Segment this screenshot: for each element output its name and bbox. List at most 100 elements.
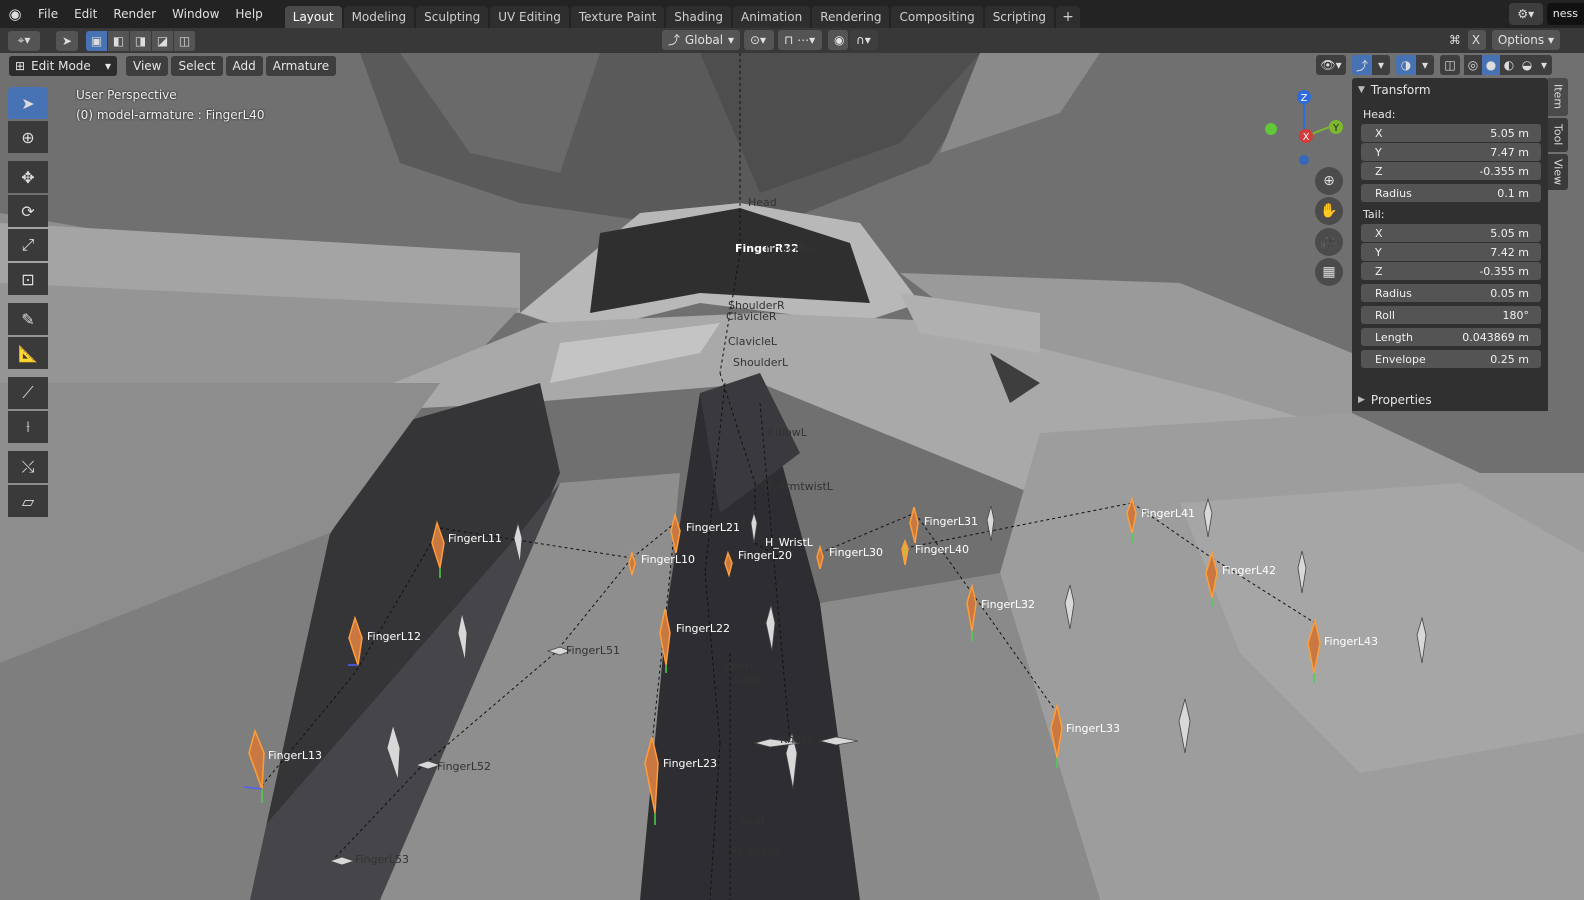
menu-window[interactable]: Window xyxy=(164,0,227,28)
tab-sculpting[interactable]: Sculpting xyxy=(416,6,489,28)
head-y-field[interactable]: Y 7.47 m xyxy=(1361,143,1541,161)
options-dropdown[interactable]: Options ▾ xyxy=(1491,30,1560,50)
select-invert-icon[interactable]: ◪ xyxy=(152,30,174,51)
bone-label-waist: Waist xyxy=(724,660,755,673)
head-x-field[interactable]: X 5.05 m xyxy=(1361,124,1541,142)
head-radius-field[interactable]: Radius 0.1 m xyxy=(1361,184,1541,202)
annotate-tool-icon[interactable]: ✎ xyxy=(8,303,48,335)
select-intersect-icon[interactable]: ◫ xyxy=(174,30,196,51)
visibility-eye-icon[interactable]: 👁▾ xyxy=(1316,55,1346,75)
menu-file[interactable]: File xyxy=(30,0,66,28)
bone-label-elbowl: ElbowL xyxy=(768,426,808,439)
tail-y-field[interactable]: Y 7.42 m xyxy=(1361,243,1541,261)
tail-radius-field[interactable]: Radius 0.05 m xyxy=(1361,284,1541,302)
tab-view[interactable]: View xyxy=(1548,154,1568,190)
zoom-icon[interactable]: ⊕ xyxy=(1315,167,1343,195)
tab-item[interactable]: Item xyxy=(1548,78,1568,116)
transform-panel-header[interactable]: ▼ Transform xyxy=(1352,78,1548,102)
select-menu-button[interactable]: Select xyxy=(171,55,223,76)
length-field[interactable]: Length 0.043869 m xyxy=(1361,328,1541,346)
roll-field[interactable]: Roll 180° xyxy=(1361,306,1541,324)
tab-rendering[interactable]: Rendering xyxy=(812,6,890,28)
bone-label-kneel: KneeL xyxy=(780,733,815,746)
shear-tool-icon[interactable]: ▱ xyxy=(8,485,48,517)
gizmo-z-label: Z xyxy=(1301,93,1308,104)
armature-menu-button[interactable]: Armature xyxy=(265,55,337,76)
tab-modeling[interactable]: Modeling xyxy=(343,6,415,28)
add-menu-button[interactable]: Add xyxy=(225,55,263,76)
roll-tool-icon[interactable]: ⟋ xyxy=(8,377,48,409)
select-new-icon[interactable]: ▣ xyxy=(86,30,108,51)
view-menu-button[interactable]: View xyxy=(126,55,169,76)
rotate-tool-icon[interactable]: ⟳ xyxy=(8,195,48,227)
bone-label-fingerl21: FingerL21 xyxy=(686,521,740,534)
measure-tool-icon[interactable]: 📐 xyxy=(8,337,48,369)
extrude-tool-icon[interactable]: ⤯ xyxy=(8,451,48,483)
properties-panel-header[interactable]: ▶ Properties xyxy=(1352,389,1548,411)
xray-icon[interactable]: ◫ xyxy=(1440,55,1460,75)
pivot-point-icon[interactable]: ⊙▾ xyxy=(744,30,774,50)
tail-z-field[interactable]: Z -0.355 m xyxy=(1361,262,1541,280)
head-z-field[interactable]: Z -0.355 m xyxy=(1361,162,1541,180)
blender-logo-icon[interactable]: ◉ xyxy=(0,0,30,28)
3d-viewport[interactable]: FingerL11 FingerL12 FingerL13 FingerL10 … xyxy=(0,53,1584,900)
bone-label-fingerl32: FingerL32 xyxy=(981,598,1035,611)
bone-label-fingerl33: FingerL33 xyxy=(1066,722,1120,735)
transform-tool-icon[interactable]: ⊡ xyxy=(8,263,48,295)
tab-uv-editing[interactable]: UV Editing xyxy=(490,6,569,28)
envelope-field[interactable]: Envelope 0.25 m xyxy=(1361,350,1541,368)
tab-animation[interactable]: Animation xyxy=(733,6,811,28)
active-tool-icon[interactable]: ➤ xyxy=(56,30,78,51)
transform-orientation-select[interactable]: ⤴ Global ▾ xyxy=(662,30,740,50)
camera-view-icon[interactable]: 🎥 xyxy=(1315,228,1343,256)
gizmo-x-label: X xyxy=(1303,132,1310,143)
move-tool-icon[interactable]: ✥ xyxy=(8,161,48,193)
rendered-shading-icon[interactable]: ◒ xyxy=(1518,55,1536,75)
tab-layout[interactable]: Layout xyxy=(284,6,342,28)
triangle-right-icon: ▶ xyxy=(1358,395,1365,405)
chevron-down-icon[interactable]: ▾ xyxy=(1372,55,1390,75)
ortho-grid-icon[interactable]: ▦ xyxy=(1315,258,1343,286)
snap-icon[interactable]: ⊓ ⋯▾ xyxy=(778,30,822,50)
overlay-toggle-icon[interactable]: ◑ xyxy=(1396,55,1416,75)
close-button[interactable]: X xyxy=(1467,30,1486,50)
proportional-edit-icon[interactable]: ◉ xyxy=(828,30,848,50)
menu-help[interactable]: Help xyxy=(227,0,270,28)
falloff-icon[interactable]: ∩▾ xyxy=(850,30,878,50)
xray-toggle-icon[interactable]: ⌘ xyxy=(1444,30,1466,50)
tab-compositing[interactable]: Compositing xyxy=(891,6,983,28)
navigation-gizmo[interactable]: Z Y X xyxy=(1262,83,1348,173)
editor-type-icon[interactable]: ⌖▾ xyxy=(8,30,40,51)
cursor-tool-icon[interactable]: ⊕ xyxy=(8,121,48,153)
tab-scripting[interactable]: Scripting xyxy=(984,6,1055,28)
bone-size-tool-icon[interactable]: ⟊ xyxy=(8,411,48,443)
menu-edit[interactable]: Edit xyxy=(66,0,105,28)
scene-selector: ⚙▾ ness xyxy=(1508,2,1584,26)
scene-browse-icon[interactable]: ⚙▾ xyxy=(1508,3,1543,25)
pan-hand-icon[interactable]: ✋ xyxy=(1315,197,1343,225)
tab-texture-paint[interactable]: Texture Paint xyxy=(570,6,665,28)
bone-label-fingerl12: FingerL12 xyxy=(367,630,421,643)
bone-label-fingerl10: FingerL10 xyxy=(641,553,695,566)
mode-selector[interactable]: ⊞ Edit Mode ▾ xyxy=(9,55,117,76)
tab-tool[interactable]: Tool xyxy=(1548,118,1568,152)
bone-label-legl: LegL xyxy=(741,814,768,827)
chevron-down-icon[interactable]: ▾ xyxy=(1416,55,1434,75)
select-subtract-icon[interactable]: ◨ xyxy=(130,30,152,51)
workspace-tabs: Layout Modeling Sculpting UV Editing Tex… xyxy=(284,0,1082,28)
tail-x-field[interactable]: X 5.05 m xyxy=(1361,224,1541,242)
select-extend-icon[interactable]: ◧ xyxy=(108,30,130,51)
material-shading-icon[interactable]: ◐ xyxy=(1500,55,1518,75)
select-box-tool-icon[interactable]: ➤ xyxy=(8,87,48,119)
bone-label-fingerl13: FingerL13 xyxy=(268,749,322,762)
tab-shading[interactable]: Shading xyxy=(666,6,731,28)
gizmo-toggle-icon[interactable]: ⤴ xyxy=(1352,55,1372,75)
add-workspace-button[interactable]: + xyxy=(1056,6,1080,28)
wireframe-shading-icon[interactable]: ◎ xyxy=(1464,55,1482,75)
scene-name-field[interactable]: ness xyxy=(1546,3,1584,25)
bone-label-fingerl43: FingerL43 xyxy=(1324,635,1378,648)
menu-render[interactable]: Render xyxy=(105,0,164,28)
chevron-down-icon[interactable]: ▾ xyxy=(1536,55,1552,75)
scale-tool-icon[interactable]: ⤢ xyxy=(8,229,48,261)
solid-shading-icon[interactable]: ● xyxy=(1482,55,1500,75)
